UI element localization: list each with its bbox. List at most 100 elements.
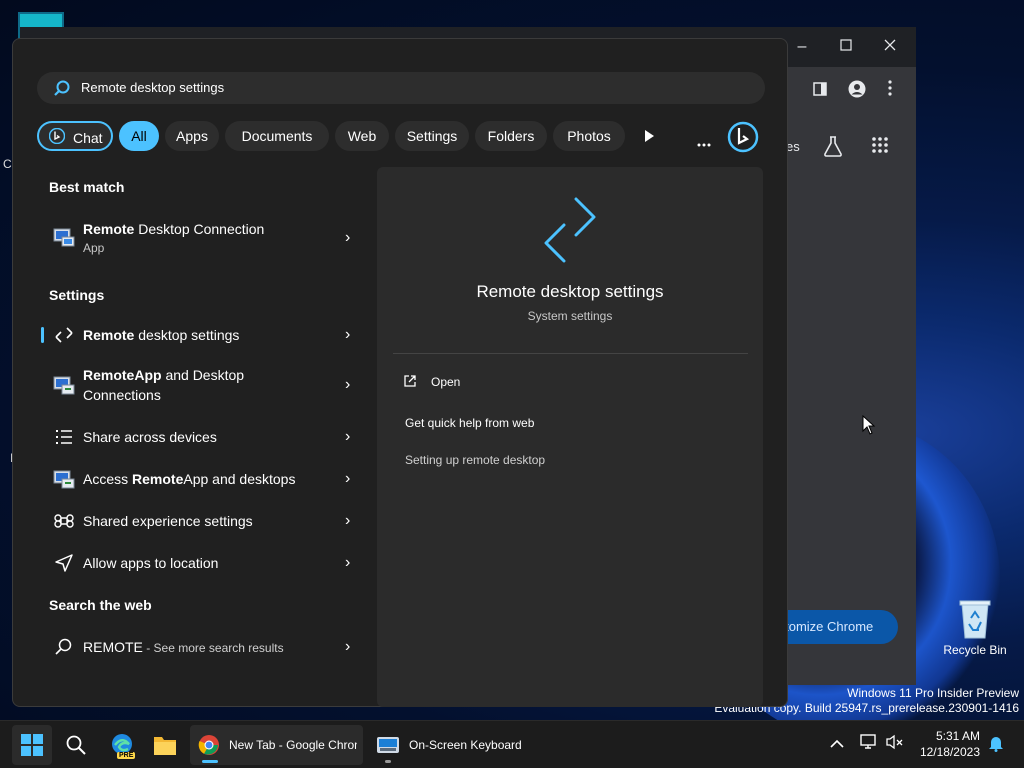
partial-label: es [786,139,800,154]
recycle-bin-label: Recycle Bin [943,643,1007,657]
maximize-icon [840,39,852,51]
keyboard-icon [377,737,399,753]
filter-folders[interactable]: Folders [475,121,547,151]
setting-remote-desktop[interactable]: Remote desktop settings › [41,315,359,355]
bing-button[interactable] [727,121,759,158]
filter-all[interactable]: All [119,121,159,151]
remote-desktop-large-icon [544,197,596,263]
web-search-result[interactable]: REMOTE - See more search results › [41,629,359,665]
recycle-bin[interactable]: Recycle Bin [942,598,1008,657]
setting-shared-experience[interactable]: Shared experience settings › [41,503,359,539]
side-panel-button[interactable] [812,81,828,102]
volume-muted-icon [886,734,903,750]
edge-beta-button[interactable]: PRE [101,725,141,765]
chrome-taskbar-button[interactable]: New Tab - Google Chrome [190,725,363,765]
filter-apps[interactable]: Apps [165,121,219,151]
preview-divider [393,353,748,354]
search-icon [54,80,70,96]
windows-logo-icon [21,734,43,756]
search-query: Remote desktop settings [81,80,225,95]
active-indicator [202,760,218,763]
close-button[interactable] [868,35,912,59]
setting-access-label: App and desktops [183,471,296,487]
osk-taskbar-button[interactable]: On-Screen Keyboard [367,725,527,765]
best-match-title-bold: Remote [83,221,135,237]
apps-grid-button[interactable] [872,137,888,158]
network-button[interactable] [860,734,878,755]
clock-date: 12/18/2023 [919,745,980,759]
filter-documents[interactable]: Documents [225,121,329,151]
filter-settings[interactable]: Settings [395,121,469,151]
setting-allow-location[interactable]: Allow apps to location › [41,545,359,581]
osk-taskbar-label: On-Screen Keyboard [409,738,522,752]
help-link[interactable]: Setting up remote desktop [405,453,545,467]
options-button[interactable] [697,134,711,152]
watermark-line1: Windows 11 Pro Insider Preview [847,686,1019,700]
best-match-subtitle: App [83,241,105,255]
web-search-icon [55,638,72,655]
chevron-right-icon: › [345,326,351,343]
chevron-right-icon: › [345,554,351,571]
side-panel-icon [813,82,827,96]
flask-icon [824,136,842,157]
open-action[interactable]: Open [403,373,523,393]
location-icon [55,554,73,572]
edge-pre-badge: PRE [117,752,136,759]
setting-access-bold: Remote [132,471,184,487]
search-web-heading: Search the web [49,597,152,613]
settings-heading: Settings [49,287,105,303]
chevron-right-icon: › [345,229,351,246]
notifications-button[interactable] [988,734,1004,757]
mouse-cursor-icon [862,415,876,435]
best-match-title: Desktop Connection [134,221,265,237]
filter-web[interactable]: Web [335,121,389,151]
profile-button[interactable] [848,80,866,103]
setting-remoteapp-connections[interactable]: RemoteApp and Desktop Connections › [41,361,359,409]
chevron-up-icon [830,739,844,748]
search-icon [66,735,86,755]
labs-button[interactable] [823,135,843,162]
shared-experience-icon [54,514,74,528]
folder-icon [154,737,176,755]
maximize-button[interactable] [824,35,868,59]
file-explorer-button[interactable] [145,725,185,765]
web-search-term: REMOTE [83,639,143,655]
kebab-menu-icon [888,80,892,96]
show-hidden-icons-button[interactable] [830,736,844,754]
open-external-icon [404,375,416,387]
setting-remote-desktop-bold: Remote [83,327,135,343]
setting-share-across-devices[interactable]: Share across devices › [41,419,359,455]
web-search-suffix: - See more search results [142,641,284,655]
volume-button[interactable] [886,734,904,755]
results-list: Best match Remote Desktop Connection App… [13,167,375,707]
remoteapp-icon [53,376,75,395]
setting-remote-desktop-label: desktop settings [134,327,240,343]
chevron-right-icon: › [345,512,351,529]
bell-icon [989,737,1003,752]
setting-access-prefix: Access [83,471,133,487]
start-button[interactable] [12,725,52,765]
chrome-icon [198,735,219,755]
chrome-taskbar-label: New Tab - Google Chrome [229,738,357,752]
play-icon [645,130,654,142]
more-filters-button[interactable] [643,129,655,148]
taskbar-search-button[interactable] [56,725,96,765]
search-input[interactable]: Remote desktop settings [37,72,765,104]
taskbar: PRE New Tab - Google Chrome On-Screen Ke… [0,720,1024,768]
remote-desktop-connection-icon [53,228,75,247]
setting-share-label: Share across devices [83,429,217,445]
preview-title: Remote desktop settings [476,282,664,301]
clock[interactable]: 5:31 AM 12/18/2023 [920,728,980,760]
preview-pane: Remote desktop settings System settings … [377,167,763,707]
setting-shared-experience-label: Shared experience settings [83,513,253,529]
filter-photos[interactable]: Photos [553,121,625,151]
setting-access-remoteapp[interactable]: Access RemoteApp and desktops › [41,461,359,497]
chrome-menu-button[interactable] [888,80,892,101]
bing-icon [727,121,759,153]
quick-help-heading: Get quick help from web [405,416,535,430]
best-match-result[interactable]: Remote Desktop Connection App › [41,213,359,261]
filter-chat[interactable]: Chat [37,121,113,151]
bing-chat-icon [49,128,65,144]
remote-desktop-icon [55,327,73,343]
profile-icon [848,80,866,98]
